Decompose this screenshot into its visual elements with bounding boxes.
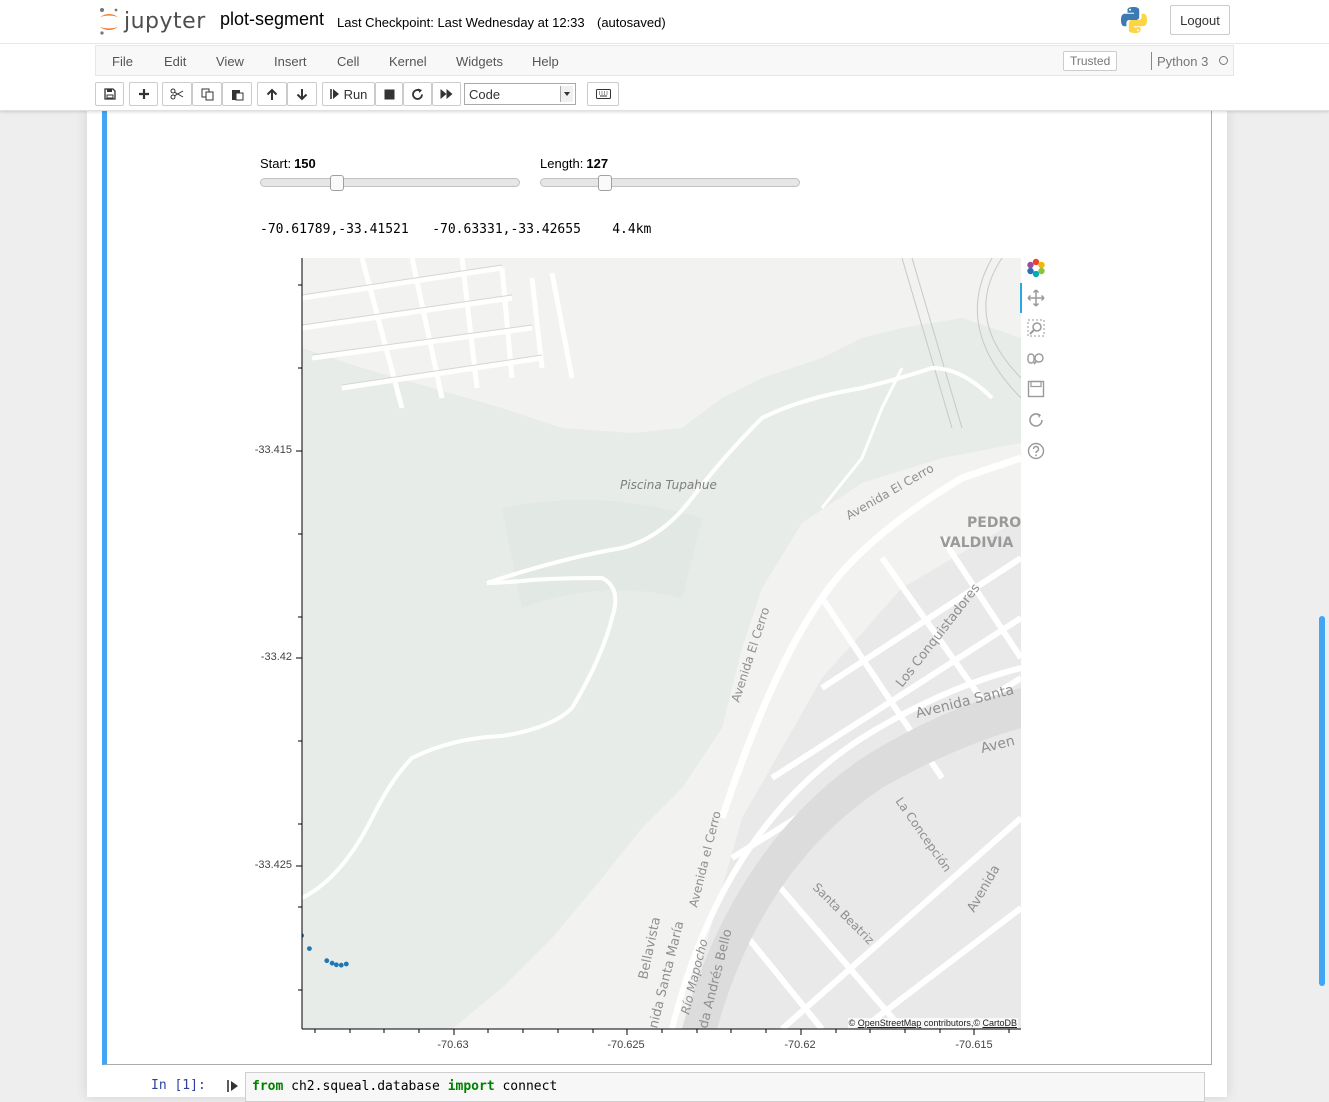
plus-icon [138,89,149,99]
trusted-indicator[interactable]: Trusted [1063,51,1118,71]
menu-help[interactable]: Help [532,54,559,69]
menu-view[interactable]: View [216,54,244,69]
paste-button[interactable] [222,82,252,106]
checkpoint-status: Last Checkpoint: Last Wednesday at 12:33 [337,15,585,30]
code-line: from ch2.squeal.database import connect [252,1079,558,1094]
autosave-status: (autosaved) [597,15,666,30]
menu-kernel[interactable]: Kernel [389,54,427,69]
y-tick-label: -33.415 [254,444,292,456]
plot-axes [296,258,1021,1035]
fast-forward-icon [440,89,453,99]
save-icon [1027,380,1045,398]
x-tick-label: -70.625 [607,1039,645,1051]
cell-type-value: Code [469,87,501,102]
python-logo-icon [1121,7,1147,33]
run-cell-icon[interactable] [227,1079,239,1093]
arrow-up-icon [266,88,278,100]
logout-button[interactable]: Logout [1170,5,1230,35]
wheel-zoom-icon [1027,353,1044,365]
pan-tool[interactable] [1025,287,1047,309]
insert-cell-button[interactable] [129,82,158,106]
menu-insert[interactable]: Insert [274,54,307,69]
paste-icon [231,89,243,100]
jupyter-logo[interactable]: jupyter [98,5,206,37]
jupyter-logo-icon [100,8,118,35]
x-tick-label: -70.62 [784,1039,816,1051]
notebook-header: jupyter plot-segment Last Checkpoint: La… [0,0,1329,111]
save-plot-tool[interactable] [1025,378,1047,400]
x-tick-label: -70.63 [437,1039,469,1051]
move-down-button[interactable] [287,82,317,106]
stop-icon [384,89,394,99]
y-minor-ticks [296,284,302,991]
keyboard-icon [595,89,611,99]
command-palette-button[interactable] [587,82,619,106]
help-icon [1027,442,1045,460]
copy-icon [201,88,213,100]
run-icon [329,89,339,99]
header-top-bar: jupyter plot-segment Last Checkpoint: La… [0,0,1329,44]
active-tool-indicator [1020,283,1022,313]
save-button[interactable] [95,82,124,106]
interrupt-button[interactable] [375,82,403,106]
box-zoom-tool[interactable] [1025,317,1047,339]
cut-button[interactable] [162,82,192,106]
help-tool[interactable] [1025,440,1047,462]
restart-button[interactable] [403,82,432,106]
y-tick-label: -33.42 [260,651,292,663]
code-cell-input[interactable]: from ch2.squeal.database import connect [245,1072,1205,1102]
cut-icon [170,88,184,100]
reset-icon [1029,413,1043,427]
box-zoom-icon [1027,319,1045,337]
cell-type-select[interactable]: Code [464,83,576,105]
restart-icon [412,88,423,100]
menu-bar: File Edit View Insert Cell Kernel Widget… [95,45,1234,76]
menu-cell[interactable]: Cell [337,54,359,69]
pan-icon [1027,289,1045,307]
chevron-down-icon [560,86,573,102]
y-tick-label: -33.425 [254,859,292,871]
copy-button[interactable] [192,82,222,106]
arrow-down-icon [296,88,308,100]
jupyter-logo-text: jupyter [124,8,206,34]
bokeh-logo-icon [1027,258,1045,278]
bokeh-logo-button[interactable] [1025,257,1047,279]
menu-edit[interactable]: Edit [164,54,186,69]
wheel-zoom-tool[interactable] [1025,348,1047,370]
reset-tool[interactable] [1025,409,1047,431]
kernel-idle-icon [1219,56,1228,65]
restart-run-all-button[interactable] [432,82,461,106]
move-up-button[interactable] [257,82,287,106]
x-minor-ticks [314,1029,1010,1035]
notebook-name[interactable]: plot-segment [220,9,324,30]
save-icon [103,88,116,100]
cell-prompt: In [1]: [151,1078,206,1093]
kernel-divider [1151,52,1152,70]
kernel-name: Python 3 [1157,54,1209,69]
menu-file[interactable]: File [112,54,133,69]
x-tick-label: -70.615 [955,1039,993,1051]
run-label: Run [343,86,368,102]
run-button[interactable]: Run [322,82,375,106]
menu-widgets[interactable]: Widgets [456,54,503,69]
